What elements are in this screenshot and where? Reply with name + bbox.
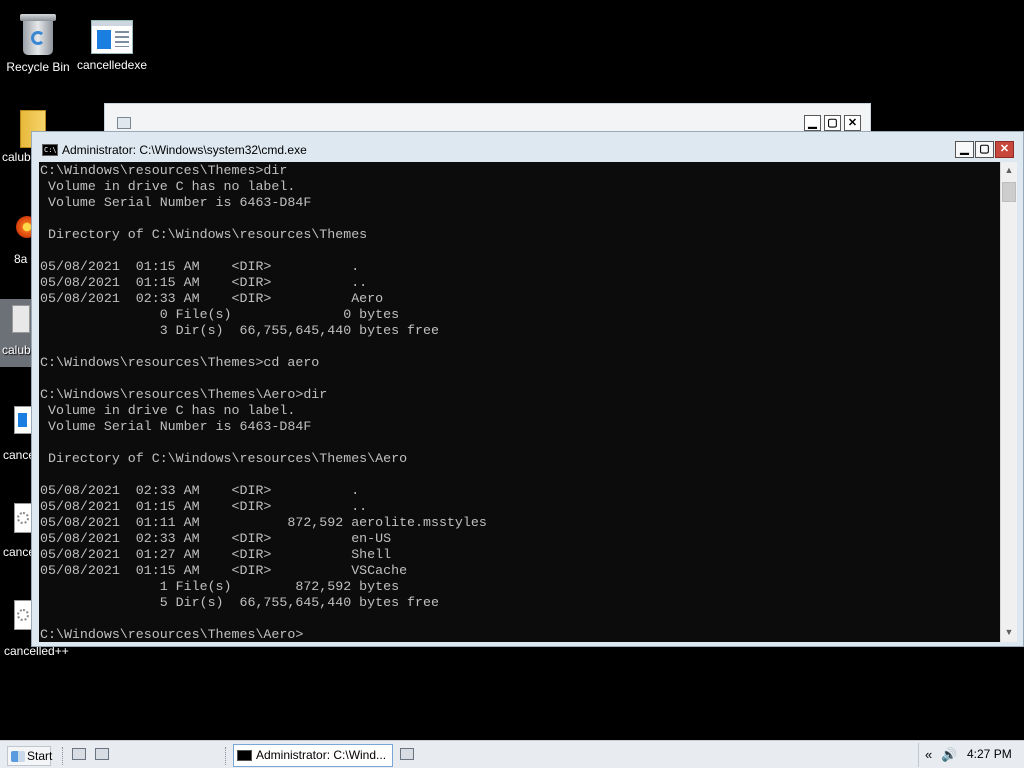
start-label: Start <box>27 749 53 763</box>
cancelledexe-desktop-icon[interactable]: cancelledexe <box>74 6 150 72</box>
file-icon <box>12 305 30 333</box>
system-tray: « 🔊 4:27 PM <box>918 743 1022 767</box>
taskbar-item-label: Administrator: C:\Wind... <box>256 748 387 762</box>
show-desktop-icon[interactable] <box>72 748 86 760</box>
recycle-bin-desktop-icon[interactable]: Recycle Bin <box>0 6 76 74</box>
scroll-thumb[interactable] <box>1002 182 1016 202</box>
taskbar-item-window-icon[interactable] <box>400 748 414 760</box>
console-area[interactable]: C:\Windows\resources\Themes>dir Volume i… <box>39 162 1000 642</box>
window-title: Administrator: C:\Windows\system32\cmd.e… <box>62 143 307 157</box>
scroll-up-button[interactable]: ▲ <box>1001 162 1017 179</box>
taskbar-separator <box>62 747 64 765</box>
taskbar-item-cmd[interactable]: Administrator: C:\Wind... <box>233 744 393 767</box>
scroll-down-button[interactable]: ▼ <box>1001 624 1017 641</box>
close-button[interactable]: ✕ <box>995 141 1014 158</box>
windows-logo-icon <box>11 751 25 762</box>
desktop-icon-label: cancelledexe <box>76 58 148 72</box>
quick-launch-icon[interactable] <box>95 748 109 760</box>
desktop-icon-label: Recycle Bin <box>6 60 70 74</box>
gear-file-icon <box>14 600 32 630</box>
speaker-icon[interactable]: 🔊 <box>941 747 957 763</box>
taskbar-separator <box>225 747 227 765</box>
cmd-icon: C:\ <box>42 144 58 156</box>
app-window-icon <box>14 406 32 434</box>
maximize-button[interactable]: ▢ <box>824 115 841 131</box>
vertical-scrollbar[interactable]: ▲ ▼ <box>1000 162 1017 642</box>
chevron-left-icon[interactable]: « <box>925 747 932 762</box>
maximize-button[interactable]: ▢ <box>975 141 994 158</box>
taskbar: Start Administrator: C:\Wind... « 🔊 4:27… <box>0 740 1024 768</box>
start-button[interactable]: Start <box>7 746 53 766</box>
title-bar[interactable]: C:\ Administrator: C:\Windows\system32\c… <box>32 132 1023 161</box>
app-window-icon <box>91 20 133 54</box>
minimize-button[interactable]: ▁ <box>955 141 974 158</box>
console-output: C:\Windows\resources\Themes>dir Volume i… <box>40 163 487 642</box>
close-button[interactable]: ✕ <box>844 115 861 131</box>
clock[interactable]: 4:27 PM <box>967 747 1012 761</box>
desktop-icon-label: calub <box>2 343 31 357</box>
desktop: Recycle Bin cancelledexe calub 8a calub … <box>0 0 1024 740</box>
cmd-icon <box>237 750 252 761</box>
minimize-button[interactable]: ▁ <box>804 115 821 131</box>
calub-file-desktop-icon[interactable]: calub <box>0 299 31 367</box>
gear-file-icon <box>14 503 32 533</box>
recycle-bin-icon <box>20 14 56 56</box>
cmd-window[interactable]: C:\ Administrator: C:\Windows\system32\c… <box>31 131 1024 647</box>
window-icon <box>117 117 131 129</box>
